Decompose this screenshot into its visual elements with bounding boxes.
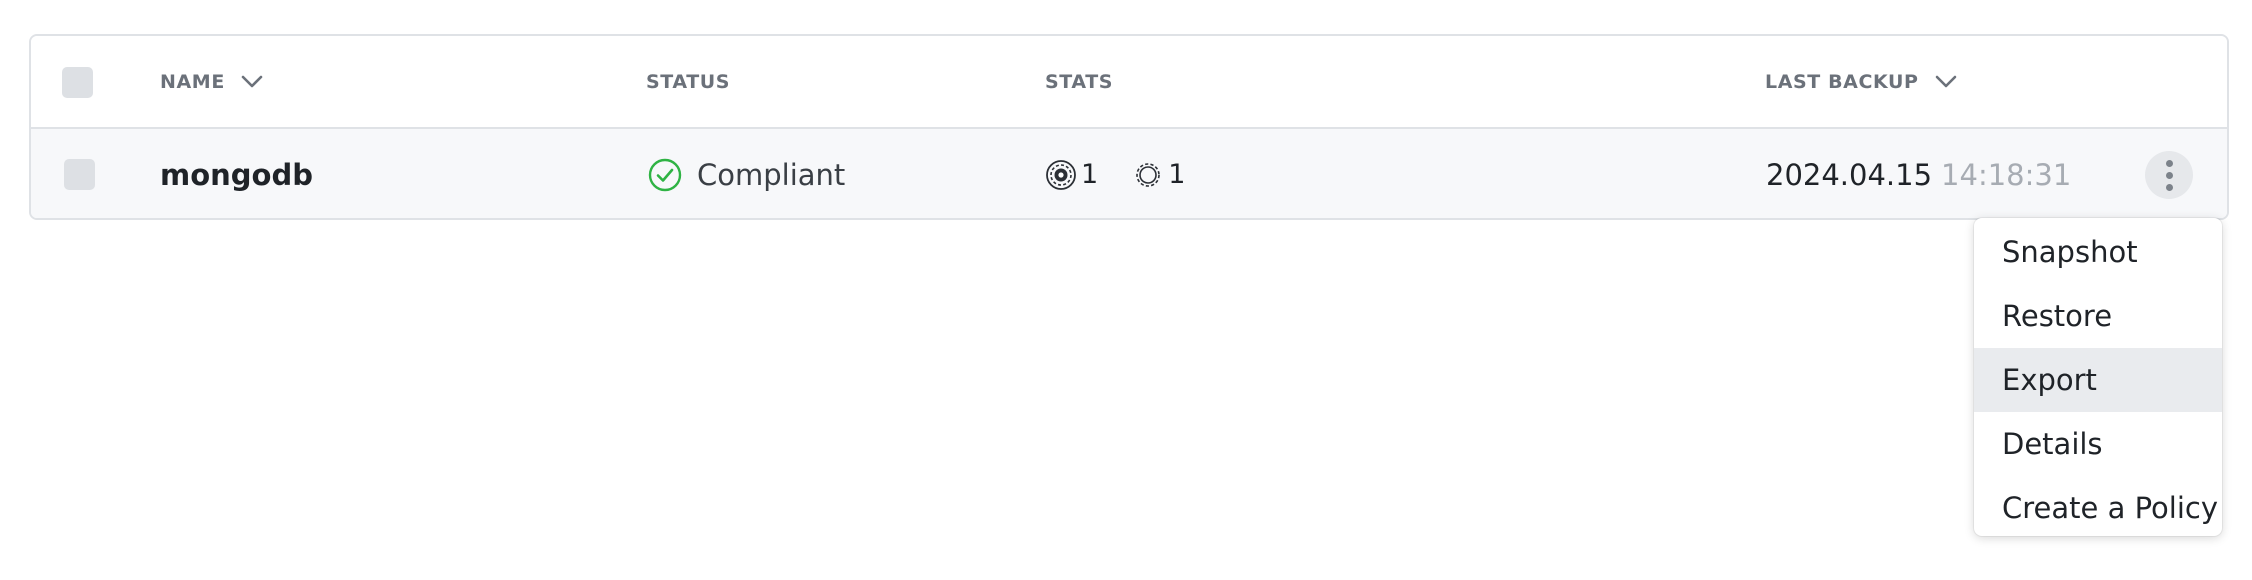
last-backup-date: 2024.04.15 (1766, 157, 1933, 192)
kebab-dot (2165, 171, 2173, 179)
status-label: Compliant (697, 157, 846, 192)
column-header-stats-label: STATS (1045, 70, 1114, 93)
kebab-dot (2165, 183, 2173, 191)
backup-table: NAME STATUS STATS LAST BACKUP mongodb Co… (29, 34, 2229, 220)
row-actions-kebab-icon[interactable] (2145, 151, 2193, 199)
sort-chevron-down-icon[interactable] (241, 75, 263, 89)
column-header-name-label: NAME (160, 70, 225, 93)
stat-snapshots: 1 (1045, 159, 1098, 191)
status-badge: Compliant (648, 129, 846, 218)
stat-snapshots-value: 1 (1081, 159, 1099, 190)
row-name[interactable]: mongodb (160, 129, 313, 218)
column-header-last-backup-label: LAST BACKUP (1765, 70, 1919, 93)
stat-services: 1 (1132, 159, 1185, 191)
row-checkbox[interactable] (64, 159, 95, 190)
column-header-last-backup[interactable]: LAST BACKUP (1765, 36, 1957, 127)
last-backup-time: 14:18:31 (1941, 157, 2072, 192)
snapshot-gear-icon (1046, 159, 1076, 190)
column-header-status: STATUS (646, 36, 730, 127)
menu-item-details[interactable]: Details (1974, 412, 2222, 476)
kebab-dot (2165, 159, 2173, 167)
column-header-name[interactable]: NAME (160, 36, 263, 127)
menu-item-restore[interactable]: Restore (1974, 284, 2222, 348)
menu-item-export[interactable]: Export (1974, 348, 2222, 412)
stat-services-value: 1 (1168, 159, 1186, 190)
column-header-status-label: STATUS (646, 70, 731, 93)
last-backup-timestamp: 2024.04.15 14:18:31 (1766, 129, 2072, 218)
menu-item-create-policy[interactable]: Create a Policy (1974, 476, 2222, 536)
sort-chevron-down-icon[interactable] (1935, 75, 1957, 89)
row-stats: 1 1 (1045, 129, 1219, 218)
gear-icon (1136, 162, 1160, 187)
column-header-stats: STATS (1045, 36, 1113, 127)
check-circle-icon (648, 158, 682, 191)
row-actions-menu: Snapshot Restore Export Details Create a… (1974, 218, 2222, 536)
table-header: NAME STATUS STATS LAST BACKUP (31, 36, 2227, 129)
table-row[interactable]: mongodb Compliant 1 1 2024.04.15 14:18:3… (31, 129, 2227, 218)
select-all-checkbox[interactable] (62, 67, 93, 98)
menu-item-snapshot[interactable]: Snapshot (1974, 220, 2222, 284)
